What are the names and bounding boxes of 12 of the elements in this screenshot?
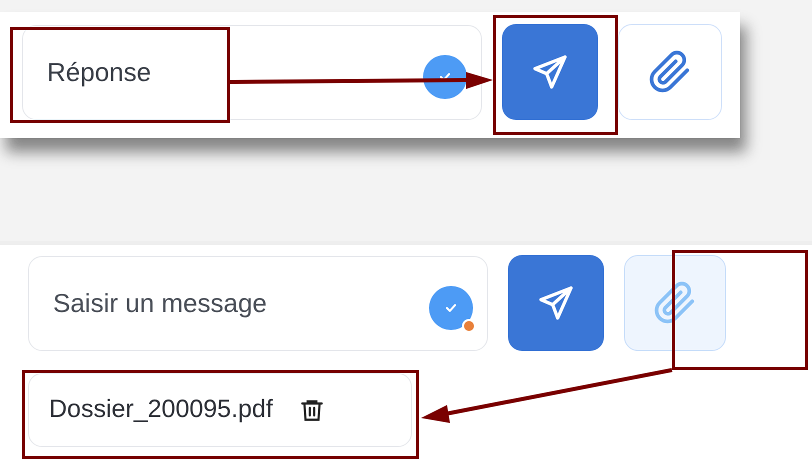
attach-button[interactable] bbox=[624, 255, 726, 351]
message-input-field[interactable]: Saisir un message bbox=[28, 256, 488, 350]
send-button[interactable] bbox=[502, 24, 598, 120]
message-input-field[interactable]: Réponse bbox=[22, 24, 482, 120]
attach-button[interactable] bbox=[618, 24, 722, 120]
file-name: Dossier_200095.pdf bbox=[49, 394, 273, 426]
paperclip-icon bbox=[653, 281, 697, 325]
paperclip-icon bbox=[648, 50, 692, 94]
send-button[interactable] bbox=[508, 255, 604, 351]
message-text[interactable]: Réponse bbox=[47, 52, 423, 92]
check-icon bbox=[444, 301, 458, 315]
message-placeholder[interactable]: Saisir un message bbox=[53, 284, 429, 322]
